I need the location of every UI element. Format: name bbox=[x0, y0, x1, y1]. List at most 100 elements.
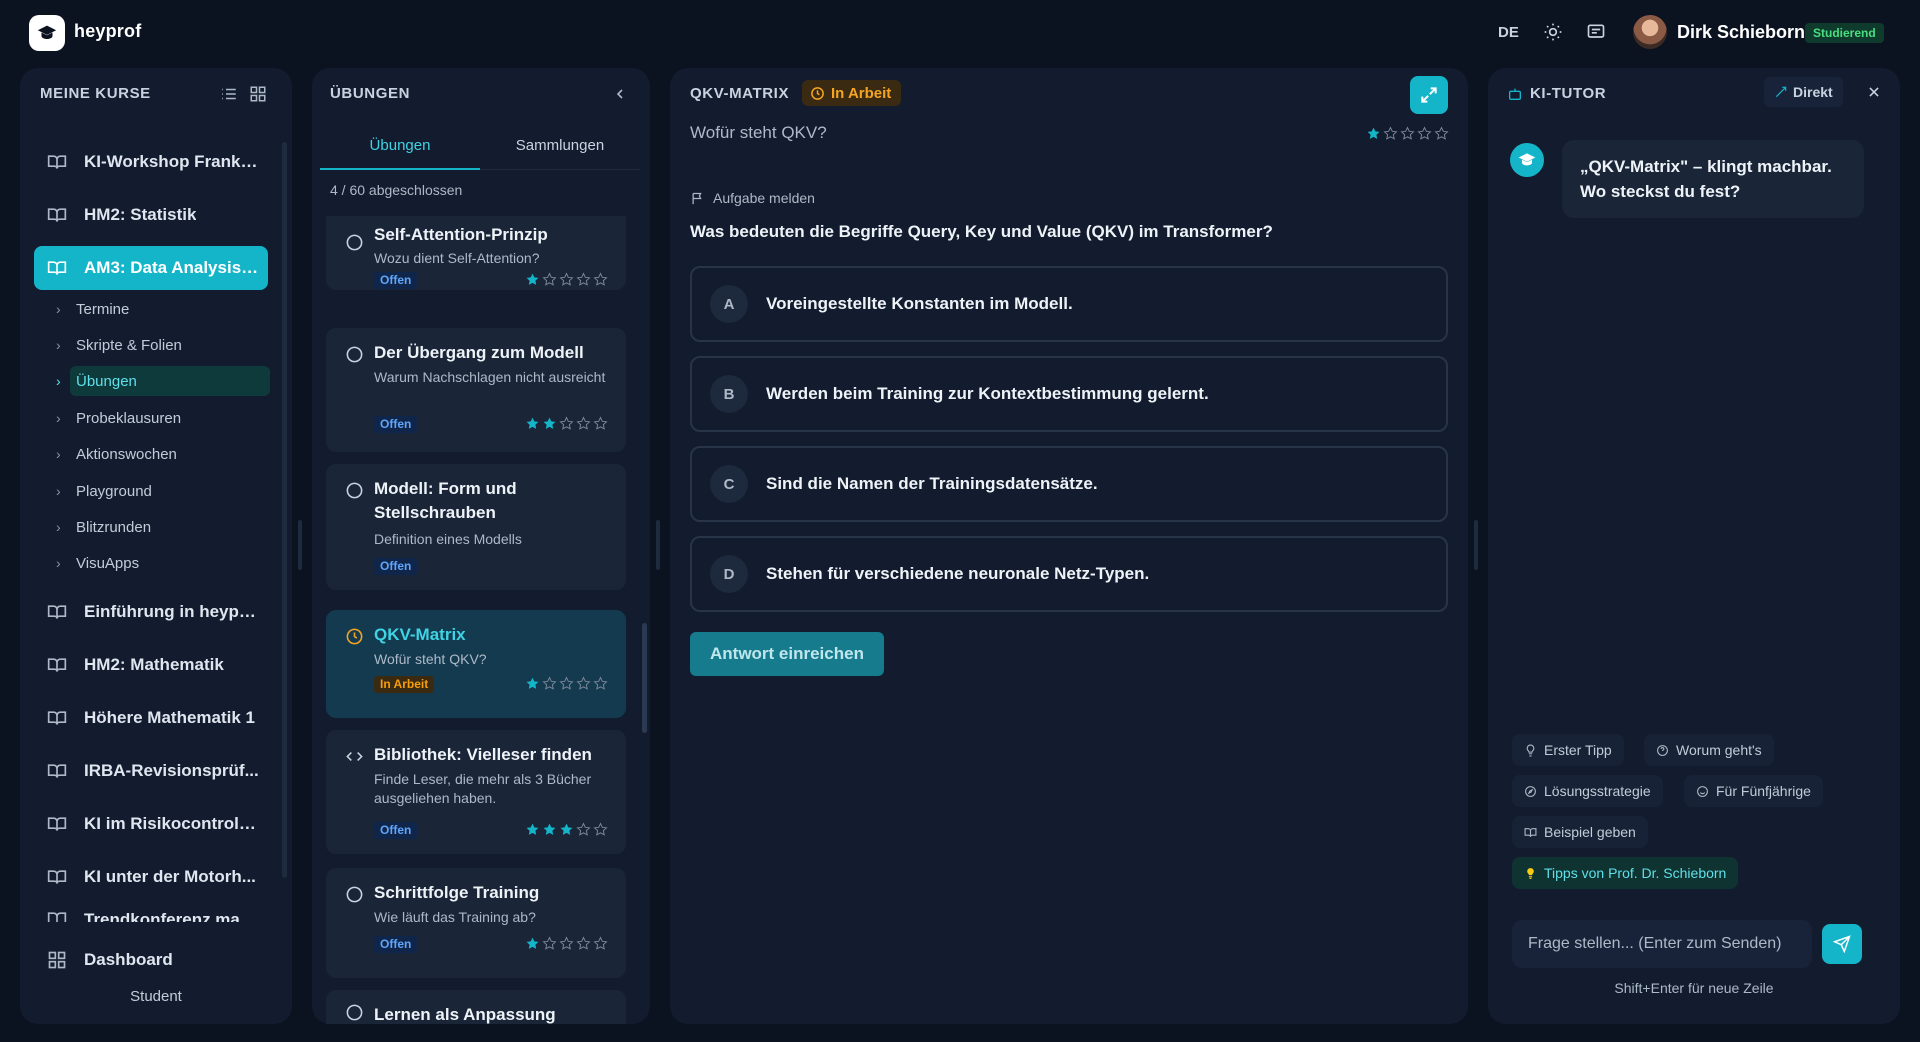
course-item[interactable]: Höhere Mathematik 1 bbox=[34, 696, 268, 740]
subnav-probeklausuren[interactable]: › Probeklausuren bbox=[34, 403, 246, 433]
code-icon bbox=[344, 746, 364, 766]
chip-fuer-fuenfjaehrige[interactable]: Für Fünfjährige bbox=[1684, 775, 1823, 807]
exercises-scrollbar[interactable] bbox=[642, 623, 647, 733]
subnav-uebungen[interactable]: › Übungen bbox=[56, 366, 270, 396]
report-label: Aufgabe melden bbox=[713, 190, 815, 206]
chip-beispiel-geben[interactable]: Beispiel geben bbox=[1512, 816, 1648, 848]
course-item[interactable]: KI unter der Motorh... bbox=[34, 855, 268, 899]
heyprof-logo[interactable] bbox=[29, 15, 65, 51]
exercise-card[interactable]: Bibliothek: Vielleser finden Finde Leser… bbox=[326, 730, 626, 854]
chip-worum-gehts[interactable]: Worum geht's bbox=[1644, 734, 1774, 766]
close-icon[interactable] bbox=[1864, 82, 1884, 102]
book-icon bbox=[46, 760, 68, 782]
exercise-card[interactable]: Schrittfolge Training Wie läuft das Trai… bbox=[326, 868, 626, 978]
subnav-playground[interactable]: › Playground bbox=[34, 476, 246, 506]
course-item[interactable]: IRBA-Revisionsprüf... bbox=[34, 749, 268, 793]
courses-title: MEINE KURSE bbox=[40, 85, 151, 102]
exercise-card[interactable]: Modell: Form und Stellschrauben Definiti… bbox=[326, 464, 626, 590]
list-view-icon[interactable] bbox=[217, 82, 241, 106]
exercise-card-active[interactable]: QKV-Matrix Wofür steht QKV? In Arbeit bbox=[326, 610, 626, 718]
answer-option-d[interactable]: D Stehen für verschiedene neuronale Netz… bbox=[690, 536, 1448, 612]
answer-option-a[interactable]: A Voreingestellte Konstanten im Modell. bbox=[690, 266, 1448, 342]
course-label: KI unter der Motorh... bbox=[84, 867, 256, 886]
chip-tipps-prof[interactable]: Tipps von Prof. Dr. Schieborn bbox=[1512, 857, 1739, 889]
tab-uebungen[interactable]: Übungen bbox=[320, 132, 480, 170]
task-star-rating[interactable] bbox=[1366, 126, 1449, 141]
course-label: HM2: Mathematik bbox=[84, 655, 224, 674]
chip-erster-tipp[interactable]: Erster Tipp bbox=[1512, 734, 1624, 766]
star-empty-icon bbox=[593, 416, 608, 430]
exercise-card[interactable]: Self-Attention-Prinzip Wozu dient Self-A… bbox=[326, 216, 626, 290]
star-empty-icon bbox=[1400, 126, 1415, 140]
star-filled-icon bbox=[526, 823, 539, 835]
user-name[interactable]: Dirk Schieborn bbox=[1677, 22, 1805, 43]
subnav-blitzrunden[interactable]: › Blitzrunden bbox=[34, 512, 246, 542]
subnav-visuapps[interactable]: › VisuApps bbox=[34, 548, 246, 578]
status-badge: Offen bbox=[374, 272, 418, 289]
course-item-active[interactable]: AM3: Data Analysis ... bbox=[34, 246, 268, 290]
role-badge: Studierend bbox=[1805, 23, 1884, 43]
messages-icon[interactable] bbox=[1584, 20, 1608, 44]
course-item[interactable]: HM2: Mathematik bbox=[34, 643, 268, 687]
subnav-aktionswochen[interactable]: › Aktionswochen bbox=[34, 439, 246, 469]
resize-handle[interactable] bbox=[656, 520, 660, 570]
resize-handle[interactable] bbox=[1474, 520, 1478, 570]
dashboard-link[interactable]: Dashboard bbox=[34, 938, 268, 982]
submit-answer-button[interactable]: Antwort einreichen bbox=[690, 632, 884, 676]
exercises-title: ÜBUNGEN bbox=[330, 85, 411, 102]
star-rating bbox=[525, 822, 608, 837]
courses-scrollbar[interactable] bbox=[282, 142, 287, 878]
exercise-subtitle: Warum Nachschlagen nicht ausreicht bbox=[374, 369, 606, 385]
exercise-card[interactable]: Der Übergang zum Modell Warum Nachschlag… bbox=[326, 328, 626, 452]
chat-input[interactable] bbox=[1512, 920, 1812, 968]
grid-view-icon[interactable] bbox=[246, 82, 270, 106]
resize-handle[interactable] bbox=[298, 520, 302, 570]
progress-text: 4 / 60 abgeschlossen bbox=[330, 182, 463, 198]
report-task-link[interactable]: Aufgabe melden bbox=[690, 190, 815, 206]
user-avatar[interactable] bbox=[1633, 15, 1667, 49]
option-text: Werden beim Training zur Kontextbestimmu… bbox=[766, 384, 1209, 403]
option-text: Voreingestellte Konstanten im Modell. bbox=[766, 294, 1073, 313]
chip-loesungsstrategie[interactable]: Lösungsstrategie bbox=[1512, 775, 1663, 807]
lightbulb-icon bbox=[1526, 744, 1535, 756]
star-rating bbox=[525, 936, 608, 951]
subnav-termine[interactable]: › Termine bbox=[34, 294, 246, 324]
expand-arrows-icon bbox=[1421, 87, 1437, 103]
brand-name: heyprof bbox=[74, 21, 142, 41]
book-icon bbox=[46, 257, 68, 279]
direkt-mode-button[interactable]: Direkt bbox=[1764, 77, 1843, 107]
star-filled-icon bbox=[526, 677, 539, 689]
star-filled-icon bbox=[543, 417, 556, 429]
course-item[interactable]: KI-Workshop Frankf... bbox=[34, 140, 268, 184]
book-icon bbox=[46, 151, 68, 173]
collapse-chevron-left-icon[interactable] bbox=[608, 82, 632, 106]
course-item[interactable]: HM2: Statistik bbox=[34, 193, 268, 237]
theme-toggle-sun-icon[interactable] bbox=[1541, 20, 1565, 44]
option-letter: B bbox=[710, 375, 748, 413]
subnav-label: Probeklausuren bbox=[76, 409, 182, 427]
send-button[interactable] bbox=[1822, 924, 1862, 964]
exercise-subtitle: Definition eines Modells bbox=[374, 531, 522, 547]
expand-button[interactable] bbox=[1410, 76, 1448, 114]
star-empty-icon bbox=[576, 676, 591, 690]
answer-option-c[interactable]: C Sind die Namen der Trainingsdatensätze… bbox=[690, 446, 1448, 522]
course-item[interactable]: KI im Risikocontrolli... bbox=[34, 802, 268, 846]
question-circle-icon bbox=[1657, 744, 1668, 756]
status-badge: Offen bbox=[374, 416, 418, 433]
star-empty-icon bbox=[576, 936, 591, 950]
tab-sammlungen[interactable]: Sammlungen bbox=[480, 132, 640, 170]
chevron-right-icon: › bbox=[56, 446, 61, 462]
option-text: Sind die Namen der Trainingsdatensätze. bbox=[766, 474, 1098, 493]
star-empty-icon bbox=[542, 272, 557, 286]
answer-option-b[interactable]: B Werden beim Training zur Kontextbestim… bbox=[690, 356, 1448, 432]
star-rating bbox=[525, 676, 608, 691]
course-item[interactable]: Einführung in heyprof bbox=[34, 590, 268, 634]
star-rating bbox=[525, 272, 608, 287]
language-switcher[interactable]: DE bbox=[1498, 24, 1519, 41]
task-status-label: In Arbeit bbox=[831, 84, 892, 102]
exercise-card-clipped[interactable]: Lernen als Anpassung bbox=[326, 990, 626, 1024]
star-filled-icon bbox=[1367, 127, 1380, 139]
subnav-skripte[interactable]: › Skripte & Folien bbox=[34, 330, 246, 360]
star-filled-icon bbox=[526, 417, 539, 429]
course-item-clipped[interactable]: Trendkonferenz max... bbox=[34, 908, 268, 922]
